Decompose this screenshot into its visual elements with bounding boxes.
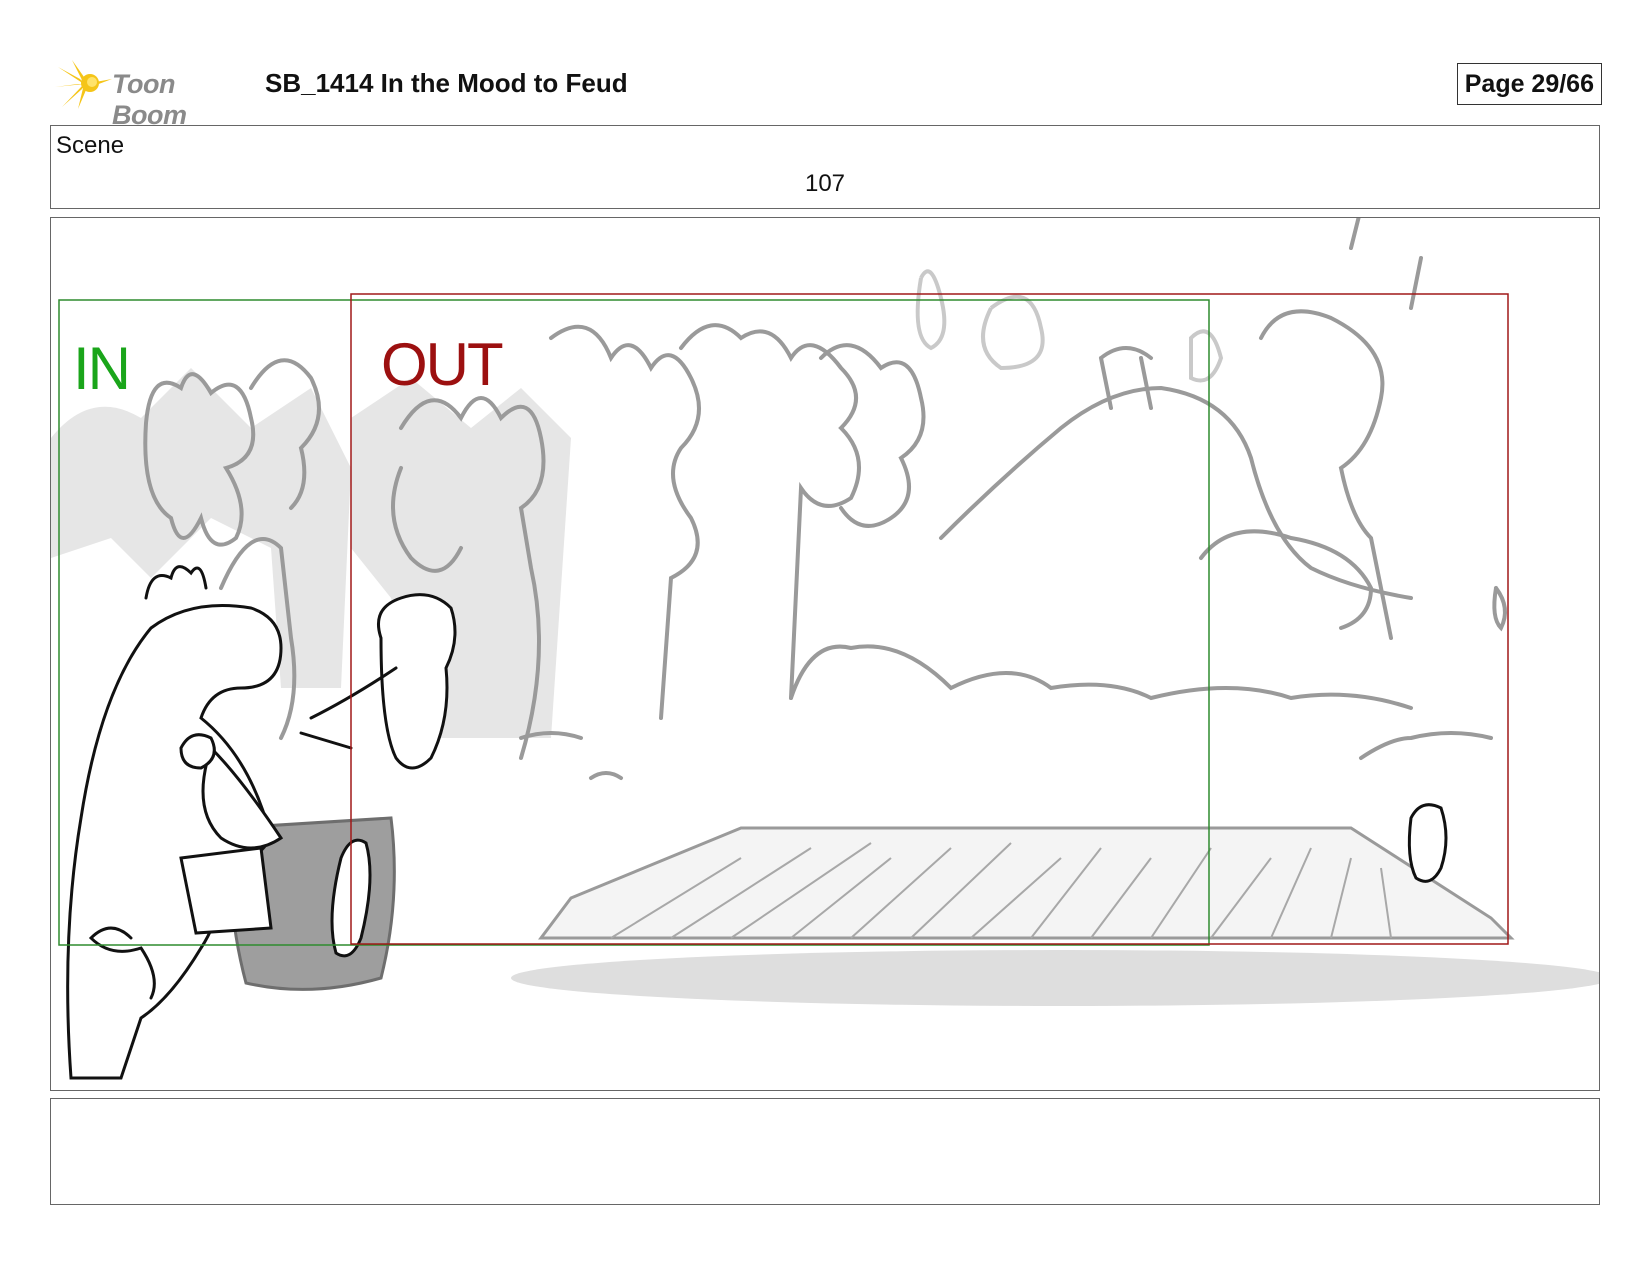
in-frame-label: IN <box>73 335 131 402</box>
page-number: Page 29/66 <box>1456 63 1602 105</box>
scene-label: Scene <box>56 132 125 159</box>
logo-text: Toon Boom <box>112 69 187 130</box>
scene-info-box: Scene 107 <box>50 125 1600 209</box>
scene-number: 107 <box>804 170 846 197</box>
starburst-icon <box>55 60 112 109</box>
page-header: Toon Boom SB_1414 In the Mood to Feud Pa… <box>50 55 1602 130</box>
storyboard-panel: IN OUT <box>50 217 1600 1091</box>
toon-boom-logo: Toon Boom <box>54 57 254 130</box>
panel-sketch <box>51 218 1599 1080</box>
document-title: SB_1414 In the Mood to Feud <box>265 68 628 98</box>
caption-box <box>50 1098 1600 1205</box>
out-frame-label: OUT <box>381 331 504 398</box>
